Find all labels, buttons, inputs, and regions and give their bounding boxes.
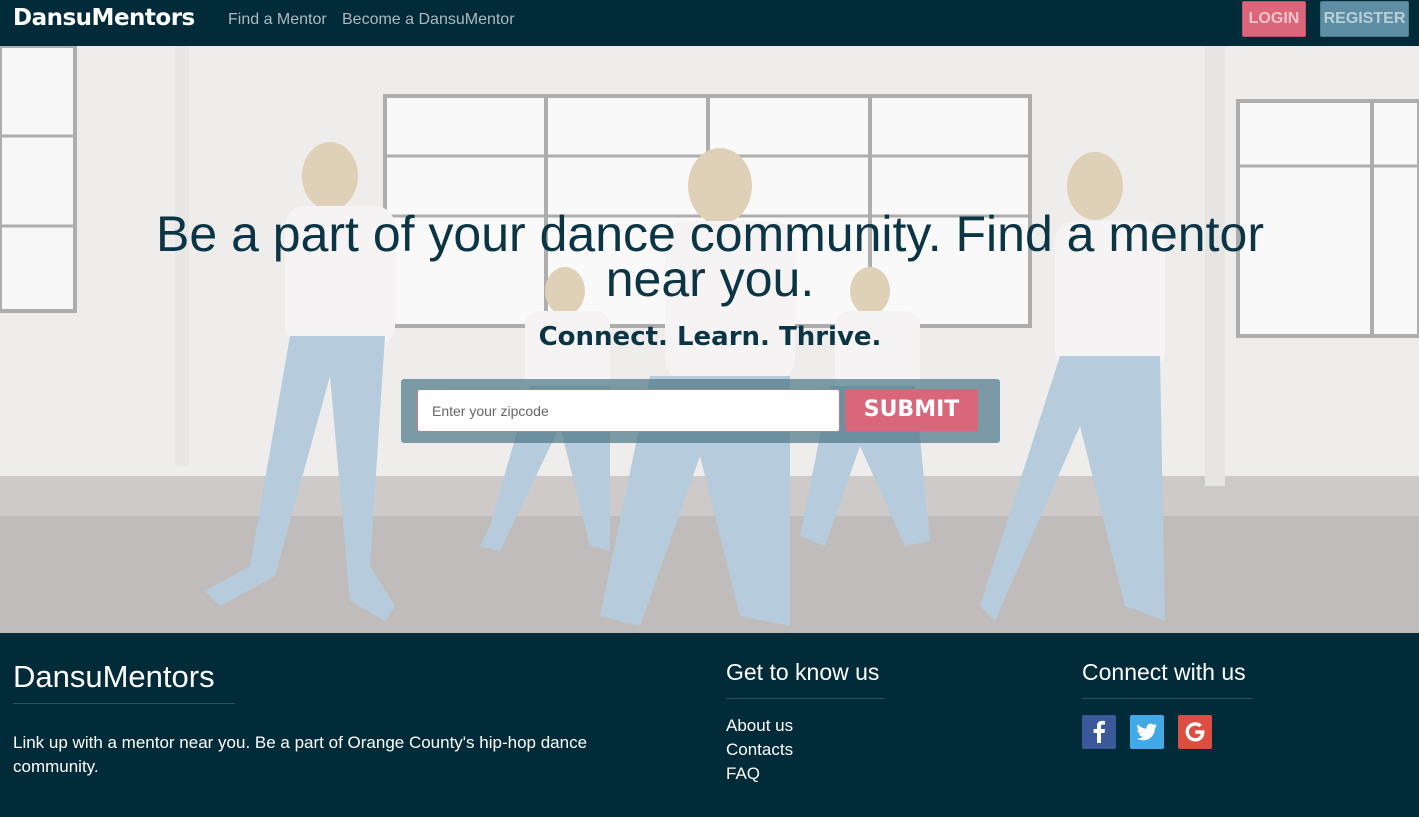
- facebook-icon[interactable]: [1082, 715, 1116, 749]
- footer-brand: DansuMentors: [13, 659, 235, 704]
- footer: DansuMentors Link up with a mentor near …: [0, 633, 1419, 817]
- connect-heading: Connect with us: [1082, 659, 1253, 699]
- submit-button[interactable]: SUBMIT: [845, 389, 978, 431]
- google-icon[interactable]: [1178, 715, 1212, 749]
- footer-link-faq[interactable]: FAQ: [726, 764, 760, 784]
- login-button[interactable]: LOGIN: [1242, 1, 1306, 37]
- zipcode-input[interactable]: [417, 389, 840, 432]
- register-button[interactable]: REGISTER: [1320, 1, 1409, 37]
- footer-description: Link up with a mentor near you. Be a par…: [13, 733, 588, 776]
- hero-title: Be a part of your dance community. Find …: [156, 206, 1264, 307]
- footer-link-about[interactable]: About us: [726, 716, 793, 736]
- nav-find-mentor[interactable]: Find a Mentor: [228, 11, 327, 29]
- footer-link-contacts[interactable]: Contacts: [726, 740, 793, 760]
- navbar: DansuMentors Find a Mentor Become a Dans…: [0, 0, 1419, 46]
- twitter-icon[interactable]: [1130, 715, 1164, 749]
- hero-section: Be a part of your dance community. Find …: [0, 46, 1419, 633]
- zipcode-search-box: SUBMIT: [401, 379, 1000, 443]
- get-to-know-heading: Get to know us: [726, 659, 885, 699]
- brand-logo[interactable]: DansuMentors: [13, 5, 195, 31]
- hero-subtitle: Connect. Learn. Thrive.: [538, 322, 882, 352]
- nav-become-mentor[interactable]: Become a DansuMentor: [342, 11, 515, 29]
